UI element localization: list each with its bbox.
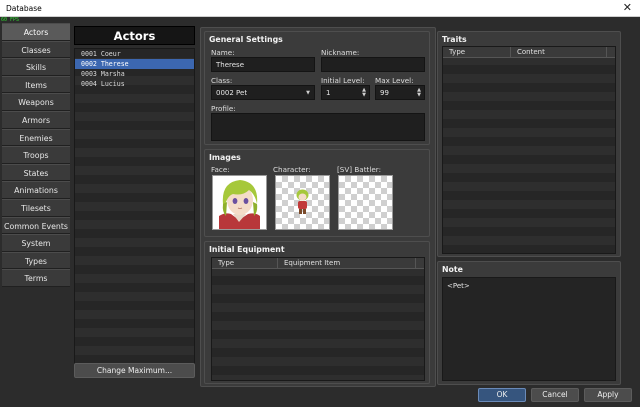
category-system[interactable]: System <box>2 234 70 252</box>
equipment-col-type[interactable]: Type <box>212 258 278 269</box>
actor-item-0003[interactable]: 0003 Marsha <box>75 69 194 79</box>
character-label: Character: <box>273 165 311 174</box>
chevron-down-icon: ▼ <box>306 90 310 96</box>
traits-table-header: Type Content <box>443 47 615 58</box>
equipment-table[interactable]: Type Equipment Item <box>211 257 425 381</box>
actor-item-0001[interactable]: 0001 Coeur <box>75 49 194 59</box>
ok-button[interactable]: OK <box>478 388 526 402</box>
character-sprite-icon <box>296 189 309 214</box>
face-image[interactable] <box>212 175 267 230</box>
traits-col-type[interactable]: Type <box>443 47 511 58</box>
actor-item-0002[interactable]: 0002 Therese <box>75 59 194 69</box>
category-types[interactable]: Types <box>2 251 70 270</box>
class-label: Class: <box>211 76 233 85</box>
name-label: Name: <box>211 48 235 57</box>
max-level-label: Max Level: <box>375 76 414 85</box>
close-icon[interactable]: ✕ <box>623 1 632 14</box>
category-list: Actors Classes Skills Items Weapons Armo… <box>2 23 70 287</box>
window-title: Database <box>6 4 42 13</box>
actors-panel-title: Actors <box>74 26 195 45</box>
category-tilesets[interactable]: Tilesets <box>2 198 70 217</box>
nickname-field[interactable] <box>321 57 425 72</box>
equipment-table-header: Type Equipment Item <box>212 258 424 269</box>
note-field[interactable]: <Pet> <box>442 277 616 381</box>
nickname-label: Nickname: <box>321 48 360 57</box>
traits-section: Traits Type Content <box>437 31 621 257</box>
actor-item-0004[interactable]: 0004 Lucius <box>75 79 194 89</box>
max-level-value: 99 <box>380 89 389 97</box>
max-level-stepper[interactable]: 99 ▲ ▼ <box>375 85 425 100</box>
window-titlebar: Database ✕ <box>0 0 640 17</box>
traits-col-content[interactable]: Content <box>511 47 607 58</box>
general-settings-section: General Settings Name: Therese Nickname:… <box>204 31 430 145</box>
category-actors[interactable]: Actors <box>2 23 70 41</box>
category-animations[interactable]: Animations <box>2 181 70 199</box>
initial-level-label: Initial Level: <box>321 76 365 85</box>
class-dropdown-value: 0002 Pet <box>216 89 248 97</box>
category-terms[interactable]: Terms <box>2 269 70 287</box>
change-maximum-button[interactable]: Change Maximum... <box>74 363 195 378</box>
equipment-col-item[interactable]: Equipment Item <box>278 258 416 269</box>
spinner-arrows-icon[interactable]: ▲ ▼ <box>362 88 366 98</box>
cancel-button[interactable]: Cancel <box>531 388 579 402</box>
initial-equipment-title: Initial Equipment <box>209 245 285 254</box>
images-section: Images Face: Character: [SV] Battler: <box>204 149 430 237</box>
category-states[interactable]: States <box>2 163 70 182</box>
category-enemies[interactable]: Enemies <box>2 128 70 147</box>
traits-table[interactable]: Type Content <box>442 46 616 254</box>
battler-label: [SV] Battler: <box>337 165 382 174</box>
initial-equipment-section: Initial Equipment Type Equipment Item <box>204 241 430 384</box>
name-field[interactable]: Therese <box>211 57 315 72</box>
class-dropdown[interactable]: 0002 Pet ▼ <box>211 85 315 100</box>
initial-level-stepper[interactable]: 1 ▲ ▼ <box>321 85 370 100</box>
sv-battler-image[interactable] <box>338 175 393 230</box>
apply-button[interactable]: Apply <box>584 388 632 402</box>
category-armors[interactable]: Armors <box>2 110 70 129</box>
images-title: Images <box>209 153 241 162</box>
spinner-arrows-icon[interactable]: ▲ ▼ <box>417 88 421 98</box>
category-items[interactable]: Items <box>2 75 70 94</box>
traits-title: Traits <box>442 35 467 44</box>
fps-counter: 60 FPS <box>1 17 20 23</box>
category-common-events[interactable]: Common Events <box>2 216 70 235</box>
character-image[interactable] <box>275 175 330 230</box>
initial-level-value: 1 <box>326 89 331 97</box>
face-label: Face: <box>211 165 230 174</box>
general-settings-title: General Settings <box>209 35 283 44</box>
actor-list[interactable]: 0001 Coeur 0002 Therese 0003 Marsha 0004… <box>74 48 195 377</box>
profile-label: Profile: <box>211 104 236 113</box>
face-portrait-icon <box>213 176 266 229</box>
category-skills[interactable]: Skills <box>2 58 70 76</box>
profile-field[interactable] <box>211 113 425 141</box>
note-section: Note <Pet> <box>437 261 621 385</box>
category-weapons[interactable]: Weapons <box>2 93 70 111</box>
database-client: Actors Classes Skills Items Weapons Armo… <box>0 17 640 407</box>
category-classes[interactable]: Classes <box>2 40 70 59</box>
category-troops[interactable]: Troops <box>2 146 70 164</box>
note-title: Note <box>442 265 463 274</box>
